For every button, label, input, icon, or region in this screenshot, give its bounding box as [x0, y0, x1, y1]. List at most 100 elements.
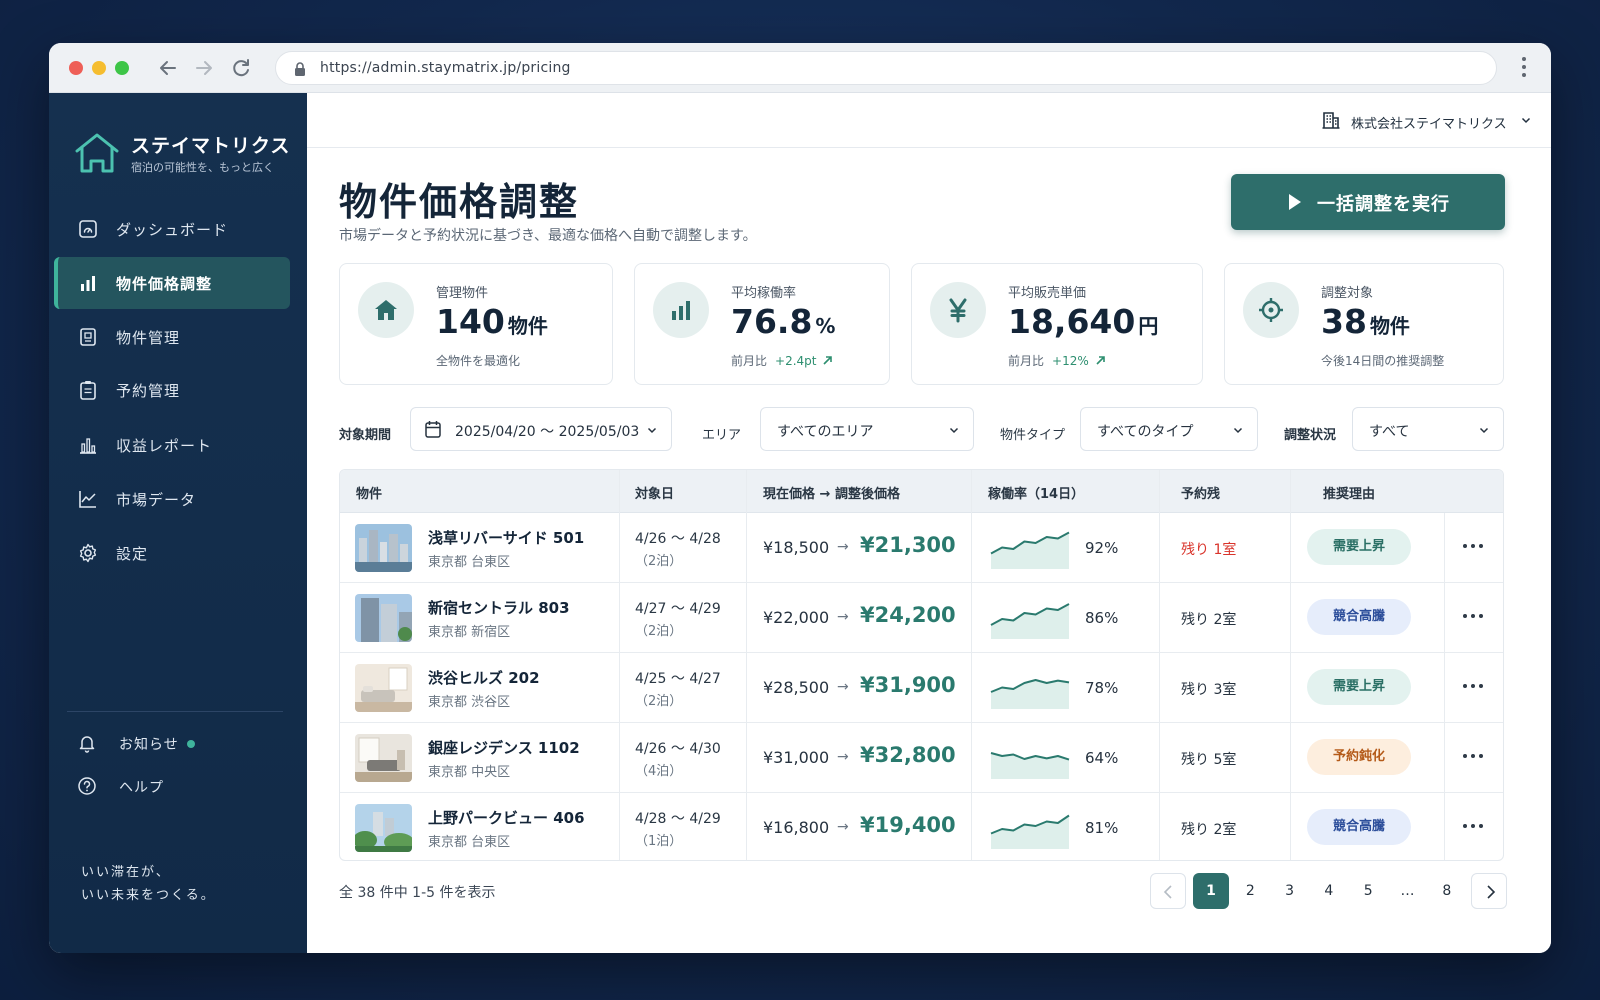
kpi-value: 38 物件 — [1321, 302, 1410, 341]
kpi-card-avg-price: 平均販売単価 18,640 円 前月比 +12% — [911, 263, 1203, 385]
sidebar-item-pricing[interactable]: 物件価格調整 — [54, 257, 290, 309]
kpi-number: 38 — [1321, 302, 1367, 341]
chevron-down-icon — [1479, 427, 1489, 434]
kpi-note: 前月比 +12% — [1008, 352, 1106, 369]
current-price: ¥18,500 — [763, 538, 830, 557]
kpi-label: 調整対象 — [1321, 286, 1374, 301]
sidebar-item-settings[interactable]: 設定 — [54, 527, 290, 579]
building-doc-icon — [80, 328, 96, 346]
remaining-rooms: 残り 1室 — [1181, 542, 1237, 558]
period-filter-label: 対象期間 — [339, 428, 392, 443]
bar-chart-icon — [81, 276, 95, 291]
run-button-label: 一括調整を実行 — [1317, 194, 1450, 215]
type-filter-value: すべてのタイプ — [1097, 424, 1194, 440]
slogan-line: いい未来をつくる。 — [81, 888, 216, 903]
next-page-button[interactable] — [1471, 873, 1508, 909]
price-arrow-icon: → — [837, 609, 849, 625]
help-link[interactable]: ヘルプ — [77, 774, 217, 798]
back-arrow-icon[interactable] — [156, 56, 180, 80]
pricing-table: 物件 対象日 現在価格 → 調整後価格 稼働率（14日） 予約残 推奨理由 浅草… — [339, 469, 1504, 861]
maximize-window-button[interactable] — [115, 61, 129, 75]
calendar-icon — [425, 421, 441, 438]
kpi-delta: +2.4pt — [775, 354, 817, 368]
kpi-label: 管理物件 — [436, 286, 489, 301]
remaining-rooms: 残り 2室 — [1181, 822, 1237, 838]
page-button[interactable]: 2 — [1232, 873, 1268, 909]
line-chart-icon — [79, 491, 96, 508]
target-date-range: 4/26 〜 4/30 — [635, 741, 721, 757]
row-more-menu-icon[interactable] — [1463, 751, 1487, 761]
status-filter-select[interactable]: すべて — [1352, 407, 1504, 451]
price-arrow-icon: → — [837, 679, 849, 695]
table-row[interactable]: 銀座レジデンス 1102 東京都 中央区 4/26 〜 4/30 （4泊） ¥3… — [340, 723, 1503, 793]
sidebar-item-revenue-report[interactable]: 収益レポート — [54, 419, 290, 471]
kpi-unit: 物件 — [1369, 314, 1410, 338]
reason-badge: 予約鈍化 — [1307, 739, 1411, 775]
run-bulk-adjust-button[interactable]: 一括調整を実行 — [1231, 174, 1505, 230]
row-more-menu-icon[interactable] — [1463, 611, 1487, 621]
sidebar-item-dashboard[interactable]: ダッシュボード — [54, 203, 290, 255]
remaining-rooms: 残り 2室 — [1181, 612, 1237, 628]
page-button[interactable]: 1 — [1193, 873, 1229, 909]
status-filter-label: 調整状況 — [1284, 428, 1337, 443]
page-button[interactable]: 3 — [1272, 873, 1308, 909]
minimize-window-button[interactable] — [92, 61, 106, 75]
target-icon — [1259, 298, 1283, 322]
table-header: 物件 対象日 現在価格 → 調整後価格 稼働率（14日） 予約残 推奨理由 — [340, 470, 1503, 513]
row-more-menu-icon[interactable] — [1463, 681, 1487, 691]
report-bars-icon — [80, 438, 96, 454]
kpi-icon-badge — [358, 282, 414, 338]
sidebar-item-label: 物件管理 — [116, 329, 181, 347]
type-filter-select[interactable]: すべてのタイプ — [1080, 407, 1258, 451]
kpi-card-targets: 調整対象 38 物件 今後14日間の推奨調整 — [1224, 263, 1504, 385]
kpi-unit: 円 — [1138, 314, 1159, 338]
occupancy-rate: 86% — [1085, 609, 1119, 627]
page-button[interactable]: 8 — [1429, 873, 1465, 909]
column-header-remaining: 予約残 — [1181, 487, 1221, 502]
target-nights: （2泊） — [635, 694, 683, 709]
period-filter-select[interactable]: 2025/04/20 〜 2025/05/03 — [410, 407, 672, 451]
company-switcher[interactable]: 株式会社ステイマトリクス — [1321, 111, 1531, 132]
reason-badge: 需要上昇 — [1307, 529, 1411, 565]
kpi-icon-badge — [930, 282, 986, 338]
previous-page-button[interactable] — [1150, 873, 1186, 909]
table-row[interactable]: 新宿セントラル 803 東京都 新宿区 4/27 〜 4/29 （2泊） ¥22… — [340, 583, 1503, 653]
result-count: 全 38 件中 1-5 件を表示 — [339, 885, 496, 901]
occupancy-rate: 64% — [1085, 749, 1119, 767]
sidebar-item-properties[interactable]: 物件管理 — [54, 311, 290, 363]
play-icon — [1289, 194, 1301, 210]
close-window-button[interactable] — [69, 61, 83, 75]
chevron-down-icon — [949, 427, 959, 434]
kpi-compare-label: 前月比 — [731, 354, 768, 368]
page-button[interactable]: 4 — [1311, 873, 1347, 909]
occupancy-rate: 92% — [1085, 539, 1119, 557]
address-bar[interactable]: https://admin.staymatrix.jp/pricing — [275, 51, 1497, 85]
table-row[interactable]: 浅草リバーサイド 501 東京都 台東区 4/26 〜 4/28 （2泊） ¥1… — [340, 513, 1503, 583]
remaining-rooms: 残り 5室 — [1181, 752, 1237, 768]
current-price: ¥28,500 — [763, 678, 830, 697]
browser-chrome: https://admin.staymatrix.jp/pricing — [49, 43, 1551, 93]
sidebar-item-reservations[interactable]: 予約管理 — [54, 364, 290, 416]
page-button[interactable]: 5 — [1350, 873, 1386, 909]
sidebar-item-label: ダッシュボード — [116, 221, 229, 239]
occupancy-rate: 78% — [1085, 679, 1119, 697]
row-more-menu-icon[interactable] — [1463, 541, 1487, 551]
table-row[interactable]: 上野パークビュー 406 東京都 台東区 4/28 〜 4/29 （1泊） ¥1… — [340, 793, 1503, 860]
adjusted-price: ¥24,200 — [860, 603, 956, 627]
sidebar-item-market-data[interactable]: 市場データ — [54, 473, 290, 525]
reload-icon[interactable] — [229, 56, 253, 80]
row-more-menu-icon[interactable] — [1463, 821, 1487, 831]
adjusted-price: ¥31,900 — [860, 673, 956, 697]
browser-menu-icon[interactable] — [1521, 57, 1527, 79]
table-row[interactable]: 渋谷ヒルズ 202 東京都 渋谷区 4/25 〜 4/27 （2泊） ¥28,5… — [340, 653, 1503, 723]
adjusted-price: ¥19,400 — [860, 813, 956, 837]
forward-arrow-icon[interactable] — [192, 56, 216, 80]
area-filter-select[interactable]: すべてのエリア — [760, 407, 974, 451]
target-nights: （1泊） — [635, 834, 683, 849]
main-content: 株式会社ステイマトリクス 物件価格調整 市場データと予約状況に基づき、最適な価格… — [307, 93, 1551, 953]
notifications-link[interactable]: お知らせ — [77, 731, 217, 755]
kpi-compare-label: 前月比 — [1008, 354, 1045, 368]
property-area: 東京都 渋谷区 — [428, 695, 511, 710]
sidebar-item-label: 予約管理 — [116, 382, 181, 400]
property-name: 新宿セントラル 803 — [428, 599, 570, 617]
